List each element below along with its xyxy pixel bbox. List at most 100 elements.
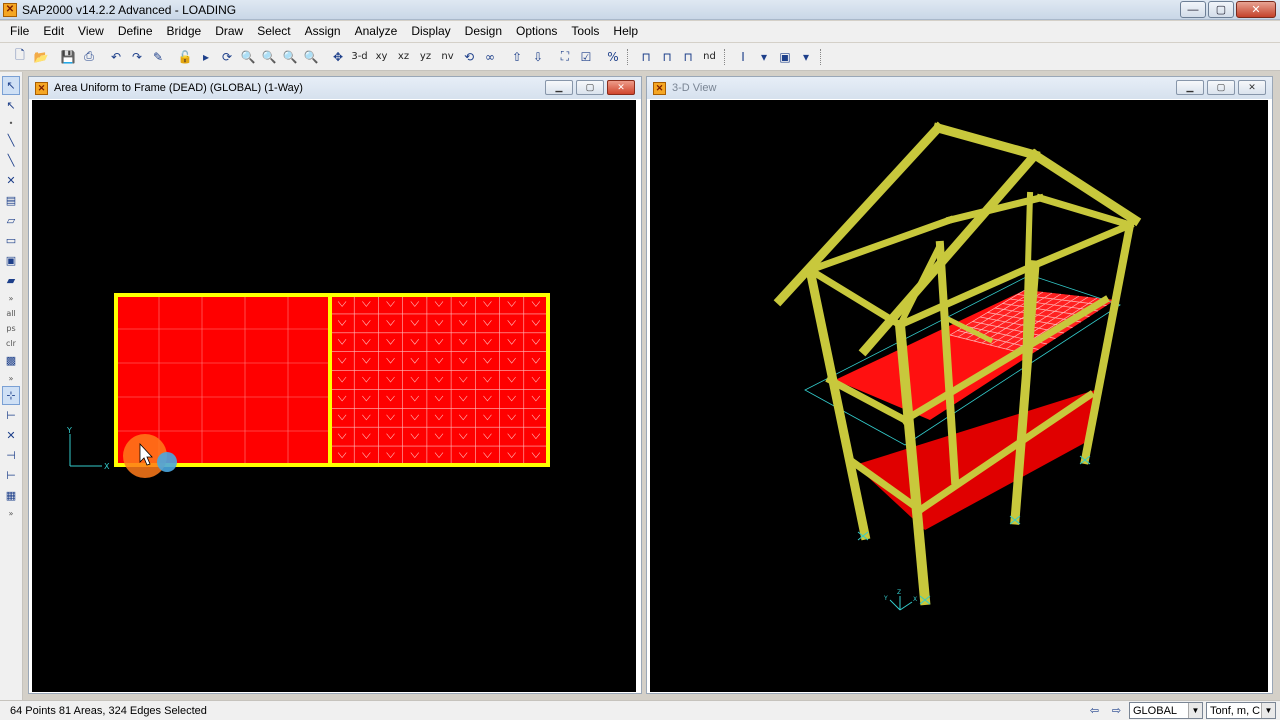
3d-view-window-titlebar[interactable]: ✕ 3-D View ▁ ▢ ✕ [647,77,1272,99]
section-designer-icon[interactable]: Ι [733,47,753,67]
menu-view[interactable]: View [71,21,111,42]
plan-view-canvas[interactable]: Y X [32,100,636,692]
view-yz-button[interactable]: yz [415,47,436,67]
snap-perpendicular-icon[interactable]: ⊣ [2,446,20,465]
coordinate-system-select[interactable]: GLOBAL ▼ [1129,702,1203,719]
next-view-icon[interactable]: ⇨ [1107,702,1126,719]
assign-percent-icon[interactable]: % [603,47,623,67]
refresh-window-icon[interactable]: ✎ [148,47,168,67]
dropdown-arrow-icon[interactable]: ▾ [754,47,774,67]
axis-y-label: Y [66,426,72,435]
view-nv-button[interactable]: nv [437,47,458,67]
menu-display[interactable]: Display [404,21,457,42]
object-shrink-icon[interactable]: ⛶ [555,47,575,67]
draw-frame-icon[interactable]: ╲ [2,131,20,150]
menu-file[interactable]: File [3,21,36,42]
rubber-band-zoom-icon[interactable]: ⟳ [217,47,237,67]
toolbar-grip[interactable] [627,48,633,65]
maximize-button[interactable]: ▢ [576,80,604,95]
toolbar-more-icon[interactable]: » [2,506,20,520]
print-icon[interactable]: ⎙ [79,47,99,67]
menu-options[interactable]: Options [509,21,564,42]
frame-section-icon[interactable]: ⊓ [636,47,656,67]
previous-view-icon[interactable]: ⇦ [1085,702,1104,719]
rotate-3d-icon[interactable]: ⟲ [459,47,479,67]
draw-point-icon[interactable]: • [2,116,20,130]
display-options-icon[interactable]: ▣ [775,47,795,67]
menu-select[interactable]: Select [250,21,297,42]
3d-view-canvas[interactable]: Y Z X [650,100,1268,692]
status-bar: 64 Points 81 Areas, 324 Edges Selected ⇦… [0,700,1280,720]
zoom-window-icon[interactable]: 🔍 [238,47,258,67]
toolbar-more-icon[interactable]: » [2,291,20,305]
maximize-button[interactable]: ▢ [1208,1,1234,18]
zoom-in-icon[interactable]: 🔍 [280,47,300,67]
dropdown-arrow-icon[interactable]: ▾ [796,47,816,67]
frame-release-icon[interactable]: ⊓ [657,47,677,67]
menu-draw[interactable]: Draw [208,21,250,42]
lock-icon[interactable]: 🔓 [175,47,195,67]
minimize-button[interactable]: ▁ [545,80,573,95]
redo-icon[interactable]: ↷ [127,47,147,67]
area-load-window[interactable]: ✕ Area Uniform to Frame (DEAD) (GLOBAL) … [28,76,642,694]
pan-icon[interactable]: ✥ [328,47,348,67]
select-all-button[interactable]: all [2,306,20,320]
toolbar-more-icon[interactable]: » [2,371,20,385]
menu-assign[interactable]: Assign [298,21,348,42]
area-load-window-titlebar[interactable]: ✕ Area Uniform to Frame (DEAD) (GLOBAL) … [29,77,641,99]
view-nd-button[interactable]: nd [699,47,720,67]
snap-grid-icon[interactable]: ▦ [2,486,20,505]
pointer-icon[interactable]: ↖ [2,76,20,95]
toolbar-grip[interactable] [820,48,826,65]
intersecting-line-select-icon[interactable]: ▩ [2,351,20,370]
view-xy-button[interactable]: xy [371,47,392,67]
previous-selection-button[interactable]: ps [2,321,20,335]
zoom-fit-icon[interactable]: 🔍 [259,47,279,67]
minimize-button[interactable]: — [1180,1,1206,18]
move-up-icon[interactable]: ⇧ [507,47,527,67]
frame-load-icon[interactable]: ⊓ [678,47,698,67]
snap-lines-icon[interactable]: ⊢ [2,466,20,485]
open-folder-icon[interactable]: 📂 [31,47,51,67]
toolbar-grip[interactable] [724,48,730,65]
quick-draw-secondary-icon[interactable]: ▤ [2,191,20,210]
set-display-options-icon[interactable]: ☑ [576,47,596,67]
quick-draw-frame-icon[interactable]: ╲ [2,151,20,170]
units-select[interactable]: Tonf, m, C ▼ [1206,702,1276,719]
undo-icon[interactable]: ↶ [106,47,126,67]
move-down-icon[interactable]: ⇩ [528,47,548,67]
window-controls: — ▢ ✕ [1180,1,1276,18]
menu-design[interactable]: Design [458,21,509,42]
menu-tools[interactable]: Tools [564,21,606,42]
close-button[interactable]: ✕ [1236,1,1276,18]
menu-bridge[interactable]: Bridge [160,21,209,42]
snap-points-icon[interactable]: ⊹ [2,386,20,405]
maximize-button[interactable]: ▢ [1207,80,1235,95]
3d-view-window-title: 3-D View [672,82,717,94]
new-file-icon[interactable]: 🗋 [10,47,30,67]
view-xz-button[interactable]: xz [393,47,414,67]
view-3d-button[interactable]: 3-d [349,47,370,67]
close-button[interactable]: ✕ [1238,80,1266,95]
draw-solid-icon[interactable]: ▰ [2,271,20,290]
draw-poly-area-icon[interactable]: ▱ [2,211,20,230]
sap-logo-icon: ✕ [3,2,17,17]
minimize-button[interactable]: ▁ [1176,80,1204,95]
clear-selection-button[interactable]: clr [2,336,20,350]
zoom-out-icon[interactable]: 🔍 [301,47,321,67]
close-button[interactable]: ✕ [607,80,635,95]
snap-ends-icon[interactable]: ⊢ [2,406,20,425]
quick-draw-area-icon[interactable]: ▣ [2,251,20,270]
save-icon[interactable]: 💾 [58,47,78,67]
perspective-icon[interactable]: ∞ [480,47,500,67]
draw-rect-area-icon[interactable]: ▭ [2,231,20,250]
reshape-icon[interactable]: ↖ [2,96,20,115]
snap-intersections-icon[interactable]: ✕ [2,426,20,445]
menu-help[interactable]: Help [606,21,645,42]
menu-define[interactable]: Define [111,21,160,42]
run-analysis-icon[interactable]: ▸ [196,47,216,67]
3d-view-window[interactable]: ✕ 3-D View ▁ ▢ ✕ Y Z X [646,76,1273,694]
menu-edit[interactable]: Edit [36,21,71,42]
quick-draw-brace-icon[interactable]: ✕ [2,171,20,190]
menu-analyze[interactable]: Analyze [348,21,405,42]
